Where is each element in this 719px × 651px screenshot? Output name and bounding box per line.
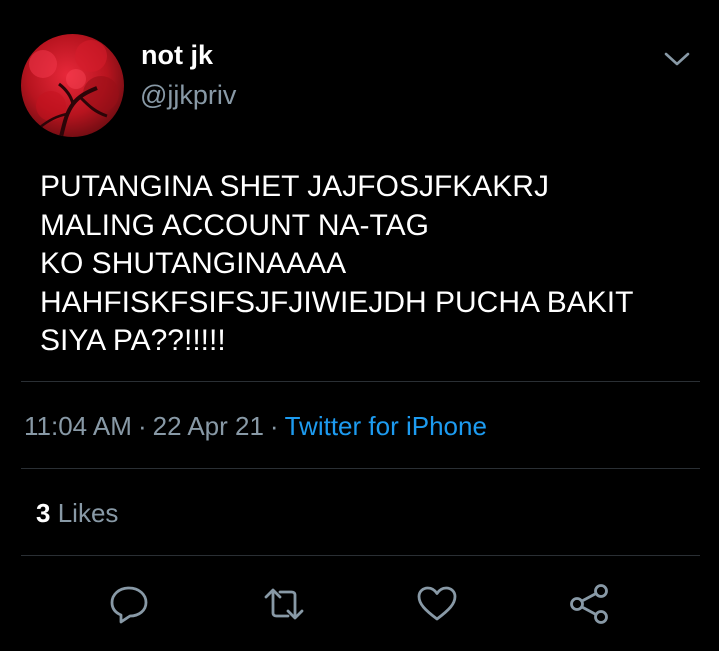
tweet-text-line: HAHFISKFSIFSJFJIWIEJDH PUCHA BAKIT [40, 285, 634, 319]
author-display-name[interactable]: not jk [141, 39, 213, 71]
avatar[interactable] [21, 34, 124, 137]
retweet-icon [264, 588, 304, 620]
tweet-time: 11:04 AM [24, 411, 132, 441]
divider [21, 468, 700, 469]
tweet-meta: 11:04 AM · 22 Apr 21 · Twitter for iPhone [24, 409, 487, 443]
share-button[interactable] [567, 581, 613, 627]
share-icon [570, 584, 608, 624]
chevron-down-icon [664, 52, 690, 66]
tweet-text: PUTANGINA SHET JAJFOSJFKAKRJ MALING ACCO… [40, 168, 690, 361]
like-button[interactable] [414, 581, 460, 627]
divider [21, 381, 700, 382]
heart-icon [417, 586, 457, 621]
tweet-text-line: PUTANGINA SHET JAJFOSJFKAKRJ [40, 170, 549, 203]
tweet-text-line: SIYA PA??!!!!! [40, 324, 226, 357]
likes-label: Likes [57, 498, 119, 528]
tweet-source-link[interactable]: Twitter for iPhone [285, 411, 487, 441]
retweet-button[interactable] [261, 581, 307, 627]
reply-icon [110, 586, 148, 624]
meta-separator: · [269, 411, 279, 441]
tweet-text-line: MALING ACCOUNT NA-TAG [40, 208, 429, 242]
avatar-image [21, 34, 124, 137]
more-options-button[interactable] [660, 45, 694, 73]
likes-stat[interactable]: 3 Likes [36, 496, 118, 530]
likes-count: 3 [36, 498, 51, 528]
reply-button[interactable] [106, 581, 152, 627]
divider [21, 555, 700, 556]
author-handle[interactable]: @jjkpriv [140, 79, 236, 111]
tweet-date: 22 Apr 21 [152, 411, 264, 441]
tweet-text-line: KO SHUTANGINAAAA [40, 247, 347, 280]
meta-separator: · [137, 411, 147, 441]
